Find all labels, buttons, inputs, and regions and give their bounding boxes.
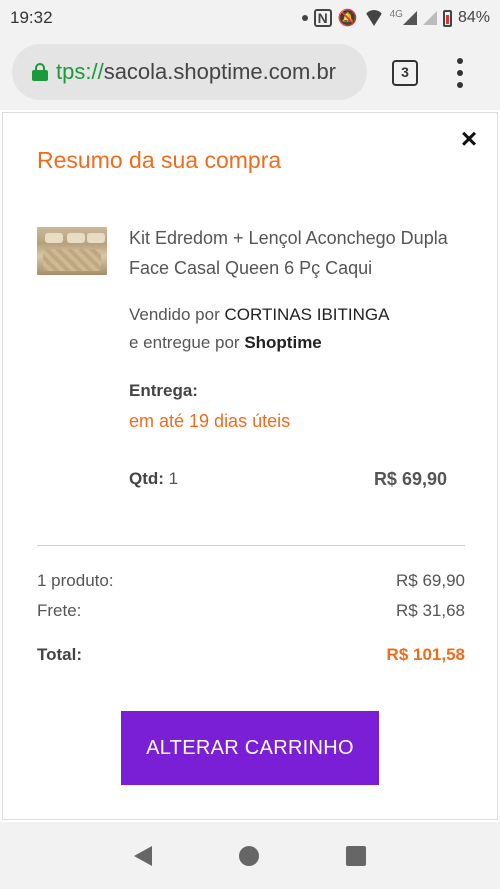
nfc-icon: N bbox=[313, 9, 332, 27]
delivered-by: Shoptime bbox=[244, 333, 322, 352]
divider bbox=[37, 545, 465, 546]
battery-icon bbox=[442, 9, 452, 27]
summary-total-value: R$ 101,58 bbox=[386, 645, 465, 664]
back-icon[interactable] bbox=[133, 845, 152, 866]
quantity-label: Qtd: bbox=[129, 469, 164, 488]
mute-icon: 🔕 bbox=[337, 10, 358, 27]
product-image bbox=[37, 227, 107, 275]
signal-secondary-icon bbox=[422, 11, 437, 25]
delivered-prefix: e entregue por bbox=[129, 333, 245, 352]
browser-menu-icon[interactable] bbox=[456, 58, 464, 88]
summary-shipping-label: Frete: bbox=[37, 601, 82, 620]
summary-shipping-value: R$ 31,68 bbox=[396, 601, 465, 620]
product-name: Kit Edredom + Lençol Aconchego Dupla Fac… bbox=[129, 228, 448, 278]
status-time: 19:32 bbox=[10, 8, 53, 27]
modal-title: Resumo da sua compra bbox=[37, 147, 282, 173]
delivery-value: em até 19 dias úteis bbox=[129, 411, 291, 431]
seller-prefix: Vendido por bbox=[129, 305, 225, 324]
url-bar[interactable]: tps:// sacola.shoptime.com.br bbox=[12, 44, 367, 100]
delivery-label: Entrega: bbox=[129, 381, 198, 400]
status-bar: 19:32 N 🔕 4G 84% bbox=[0, 0, 500, 36]
summary-products-row: 1 produto: R$ 69,90 bbox=[37, 571, 465, 591]
browser-toolbar: tps:// sacola.shoptime.com.br 3 bbox=[0, 36, 500, 110]
battery-percent: 84% bbox=[457, 9, 490, 26]
summary-total-row: Total: R$ 101,58 bbox=[37, 645, 465, 665]
alter-cart-button[interactable]: ALTERAR CARRINHO bbox=[121, 711, 379, 785]
close-icon[interactable]: × bbox=[457, 125, 481, 153]
url-scheme: tps:// bbox=[56, 59, 104, 84]
url-host: sacola.shoptime.com.br bbox=[103, 59, 337, 84]
quantity: Qtd: 1 bbox=[129, 469, 178, 489]
status-icons: N 🔕 4G 84% bbox=[301, 8, 490, 28]
summary-total-label: Total: bbox=[37, 645, 83, 664]
recent-apps-icon[interactable] bbox=[346, 845, 367, 866]
signal-icon bbox=[402, 11, 417, 25]
tab-switcher-button[interactable]: 3 bbox=[392, 60, 418, 86]
summary-shipping-row: Frete: R$ 31,68 bbox=[37, 601, 465, 621]
system-nav-bar bbox=[0, 822, 500, 889]
network-type-label: 4G bbox=[389, 8, 403, 20]
seller-name: CORTINAS IBITINGA bbox=[224, 305, 390, 324]
summary-products-value: R$ 69,90 bbox=[396, 571, 465, 590]
quantity-value: 1 bbox=[168, 469, 179, 488]
home-icon[interactable] bbox=[238, 845, 259, 866]
item-price: R$ 69,90 bbox=[373, 469, 447, 489]
summary-products-label: 1 produto: bbox=[37, 571, 114, 590]
purchase-summary-modal: × Resumo da sua compra Kit Edredom + Len… bbox=[2, 112, 498, 820]
notification-dot-icon bbox=[301, 15, 308, 21]
wifi-icon bbox=[363, 10, 384, 26]
seller-info: Vendido por CORTINAS IBITINGA e entregue… bbox=[129, 301, 459, 357]
lock-icon bbox=[32, 63, 48, 81]
